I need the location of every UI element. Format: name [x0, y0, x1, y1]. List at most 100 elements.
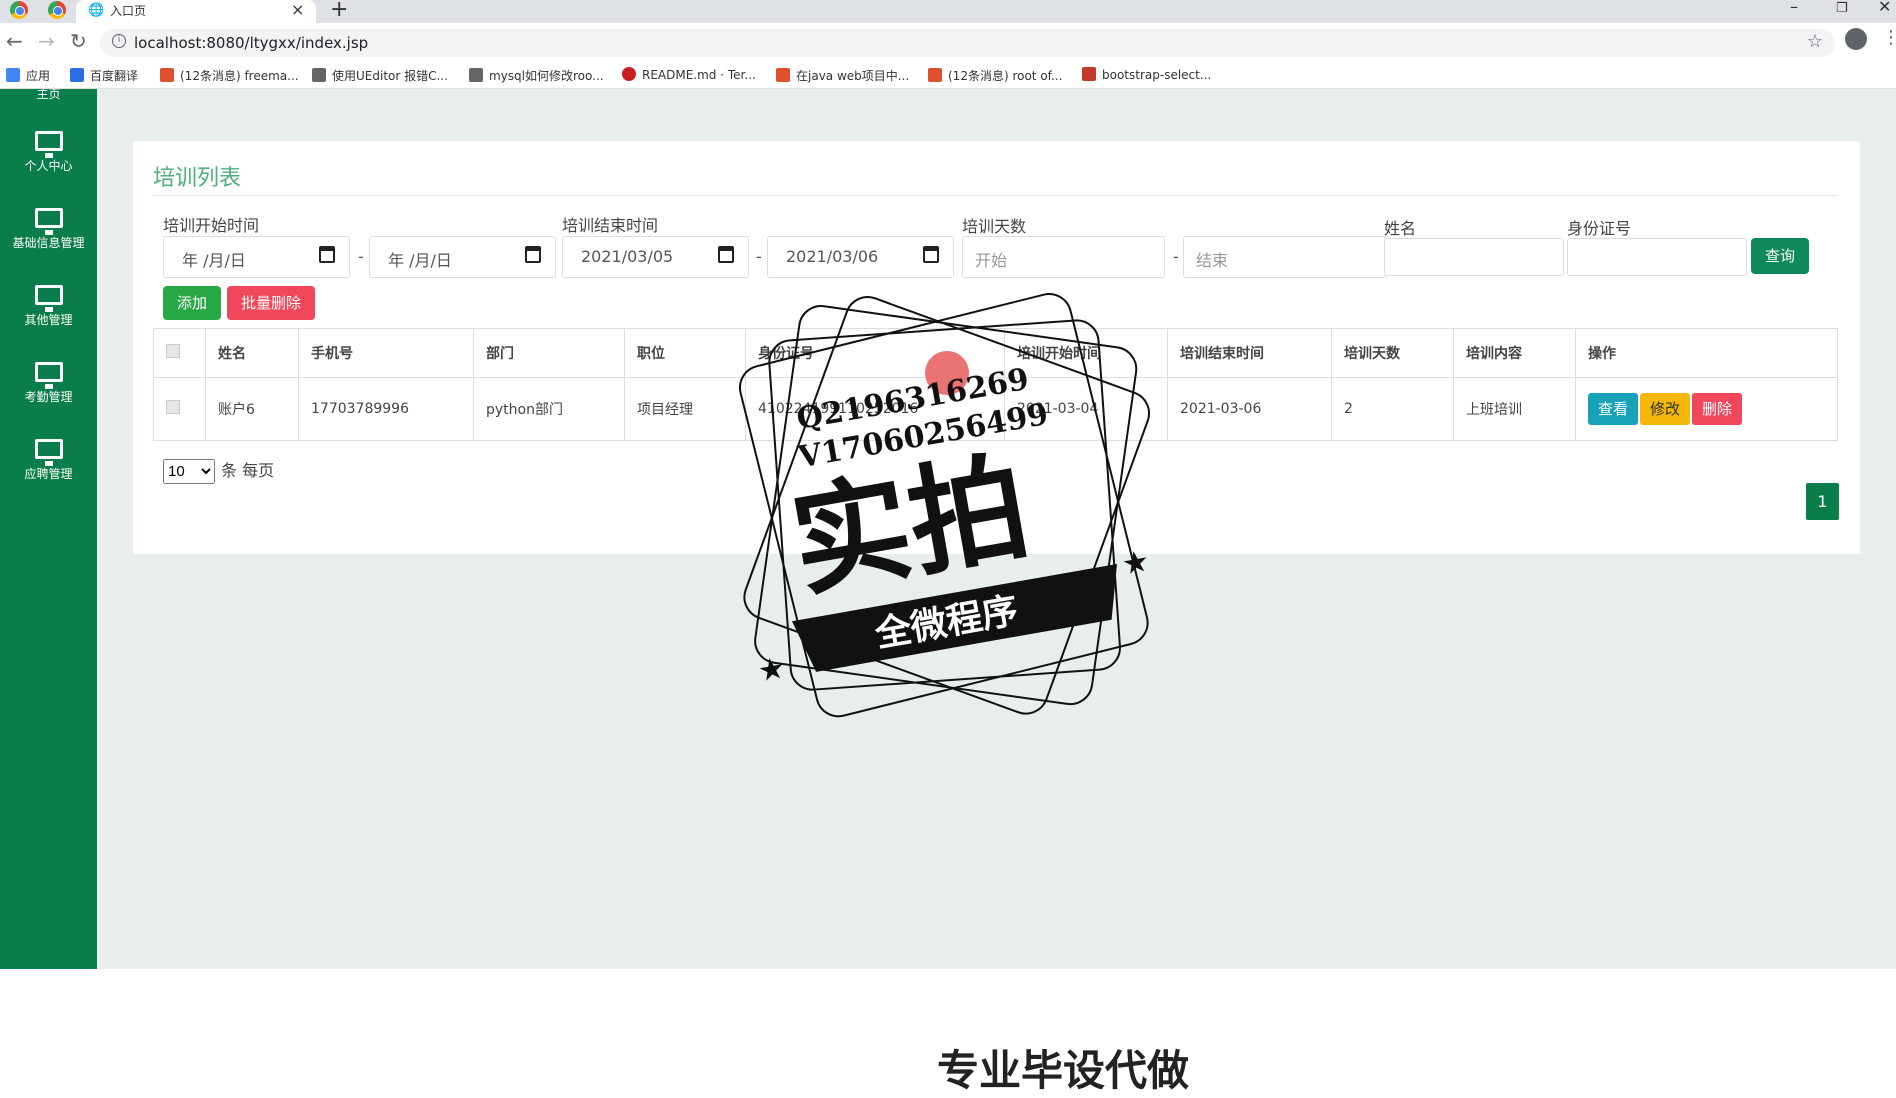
page-size-suffix: 条 每页 — [221, 461, 275, 480]
bookmark-item[interactable]: bootstrap-select... — [1082, 67, 1211, 82]
calendar-icon[interactable] — [319, 246, 335, 263]
bookmark-item[interactable]: README.md · Ter... — [622, 67, 756, 82]
cell-start: 2021-03-04 — [1004, 377, 1168, 441]
monitor-icon — [34, 208, 63, 235]
account-icon[interactable] — [1845, 28, 1867, 50]
bookmark-item[interactable]: (12条消息) root of... — [928, 67, 1062, 84]
minimize-icon[interactable]: – — [1790, 0, 1798, 16]
edit-button[interactable]: 修改 — [1640, 393, 1691, 425]
bookmark-item[interactable]: 使用UEditor 报错C... — [312, 67, 448, 84]
globe-icon: 🌐 — [88, 3, 105, 18]
bookmark-item[interactable]: (12条消息) freema... — [160, 67, 299, 84]
bookmark-favicon-icon — [776, 68, 790, 82]
range-dash: - — [756, 247, 762, 266]
sidebar-item-label: 其他管理 — [24, 313, 73, 327]
idcard-label: 身份证号 — [1567, 219, 1632, 238]
page-title: 培训列表 — [153, 166, 242, 191]
column-header: 职位 — [624, 328, 746, 378]
page-size-control: 10 条 每页 — [163, 457, 274, 484]
bookmark-star-icon[interactable]: ☆ — [1807, 31, 1823, 52]
bookmark-apps[interactable]: 应用 — [6, 67, 50, 84]
sidebar-item-label: 个人中心 — [24, 159, 73, 173]
bookmark-item[interactable]: 在java web项目中... — [776, 67, 909, 84]
start-time-to-input[interactable]: 年 /月/日 — [369, 236, 556, 278]
cell-phone: 17703789996 — [298, 377, 474, 441]
select-all-checkbox[interactable] — [166, 344, 180, 358]
end-time-label: 培训结束时间 — [562, 216, 659, 235]
days-from-input[interactable]: 开始 — [962, 236, 1165, 278]
close-tab-icon[interactable]: × — [291, 0, 304, 19]
column-header: 培训开始时间 — [1004, 328, 1168, 378]
sidebar-item-basic-info[interactable]: 基础信息管理 — [0, 208, 97, 251]
column-header: 手机号 — [298, 328, 474, 378]
bookmark-item[interactable]: 百度翻译 — [70, 67, 138, 84]
browser-menu-icon[interactable]: ⋮ — [1882, 27, 1896, 48]
new-tab-icon[interactable]: + — [330, 0, 348, 22]
monitor-icon — [34, 131, 63, 158]
range-dash: - — [358, 247, 364, 266]
sidebar-item-attendance[interactable]: 考勤管理 — [0, 362, 97, 405]
bookmark-favicon-icon — [1082, 67, 1096, 81]
query-button[interactable]: 查询 — [1751, 238, 1809, 274]
batch-delete-button[interactable]: 批量删除 — [227, 286, 315, 320]
sidebar-item-personal-center[interactable]: 个人中心 — [0, 131, 97, 174]
main-content: 培训列表 培训开始时间 年 /月/日 - 年 /月/日 培训结束时间 2021/… — [97, 89, 1896, 1095]
end-time-from-input[interactable]: 2021/03/05 — [562, 236, 749, 278]
column-header: 培训结束时间 — [1167, 328, 1332, 378]
sidebar-item-label: 基础信息管理 — [12, 236, 85, 250]
calendar-icon[interactable] — [525, 246, 541, 263]
row-select-cell — [153, 377, 206, 441]
name-input[interactable] — [1384, 238, 1564, 276]
sidebar-item-recruitment[interactable]: 应聘管理 — [0, 439, 97, 482]
url-text: localhost:8080/ltygxx/index.jsp — [134, 34, 369, 52]
info-icon[interactable]: i — [112, 34, 126, 48]
column-header: 部门 — [473, 328, 625, 378]
browser-tab-bar: 🌐 入口页 × + – ❐ ✕ — [0, 0, 1896, 23]
bookmark-favicon-icon — [928, 68, 942, 82]
start-time-from-input[interactable]: 年 /月/日 — [163, 236, 350, 278]
table-header-row: 姓名 手机号 部门 职位 身份证号 培训开始时间 培训结束时间 培训天数 培训内… — [153, 328, 1838, 378]
start-time-label: 培训开始时间 — [163, 216, 260, 235]
bookmark-item[interactable]: mysql如何修改roo... — [469, 67, 604, 84]
days-to-input[interactable]: 结束 — [1183, 236, 1386, 278]
apps-grid-icon — [6, 68, 20, 82]
end-time-to-input[interactable]: 2021/03/06 — [767, 236, 954, 278]
calendar-icon[interactable] — [718, 246, 734, 263]
calendar-icon[interactable] — [923, 246, 939, 263]
sidebar: 主页 个人中心 基础信息管理 其他管理 考勤管理 应聘管理 — [0, 89, 97, 969]
bookmark-favicon-icon — [160, 68, 174, 82]
sidebar-item-other[interactable]: 其他管理 — [0, 285, 97, 328]
forward-icon[interactable]: → — [38, 29, 55, 53]
url-bar[interactable]: i localhost:8080/ltygxx/index.jsp ☆ — [100, 29, 1835, 57]
bookmarks-bar: 应用 百度翻译 (12条消息) freema... 使用UEditor 报错C.… — [0, 63, 1896, 89]
idcard-input[interactable] — [1567, 238, 1747, 276]
training-list-card: 培训列表 培训开始时间 年 /月/日 - 年 /月/日 培训结束时间 2021/… — [133, 141, 1860, 554]
browser-tab-icon[interactable] — [10, 1, 28, 19]
sidebar-item-label: 主页 — [36, 89, 61, 101]
sidebar-item-home[interactable]: 主页 — [0, 89, 97, 102]
row-checkbox[interactable] — [166, 400, 180, 414]
back-icon[interactable]: ← — [6, 29, 23, 53]
cell-content: 上班培训 — [1453, 377, 1576, 441]
column-header: 姓名 — [205, 328, 299, 378]
view-button[interactable]: 查看 — [1588, 393, 1639, 425]
name-label: 姓名 — [1384, 219, 1417, 238]
close-window-icon[interactable]: ✕ — [1878, 0, 1891, 16]
background-headline: 专业毕设代做 — [937, 1046, 1190, 1095]
tab-title: 入口页 — [110, 4, 147, 18]
pagination-page-1[interactable]: 1 — [1806, 483, 1839, 520]
reload-icon[interactable]: ↻ — [70, 29, 87, 53]
range-dash: - — [1173, 247, 1179, 266]
restore-icon[interactable]: ❐ — [1836, 1, 1848, 16]
training-table: 姓名 手机号 部门 职位 身份证号 培训开始时间 培训结束时间 培训天数 培训内… — [153, 328, 1838, 441]
page-size-select[interactable]: 10 — [163, 459, 215, 484]
browser-tab-icon[interactable] — [48, 1, 66, 19]
cell-actions: 查看 修改 删除 — [1575, 377, 1838, 441]
active-tab[interactable]: 🌐 入口页 × — [76, 0, 316, 23]
monitor-icon — [34, 439, 63, 466]
address-bar: ← → ↻ i localhost:8080/ltygxx/index.jsp … — [0, 23, 1896, 63]
add-button[interactable]: 添加 — [163, 286, 221, 320]
cell-days: 2 — [1331, 377, 1454, 441]
delete-button[interactable]: 删除 — [1692, 393, 1743, 425]
bookmark-favicon-icon — [312, 68, 326, 82]
